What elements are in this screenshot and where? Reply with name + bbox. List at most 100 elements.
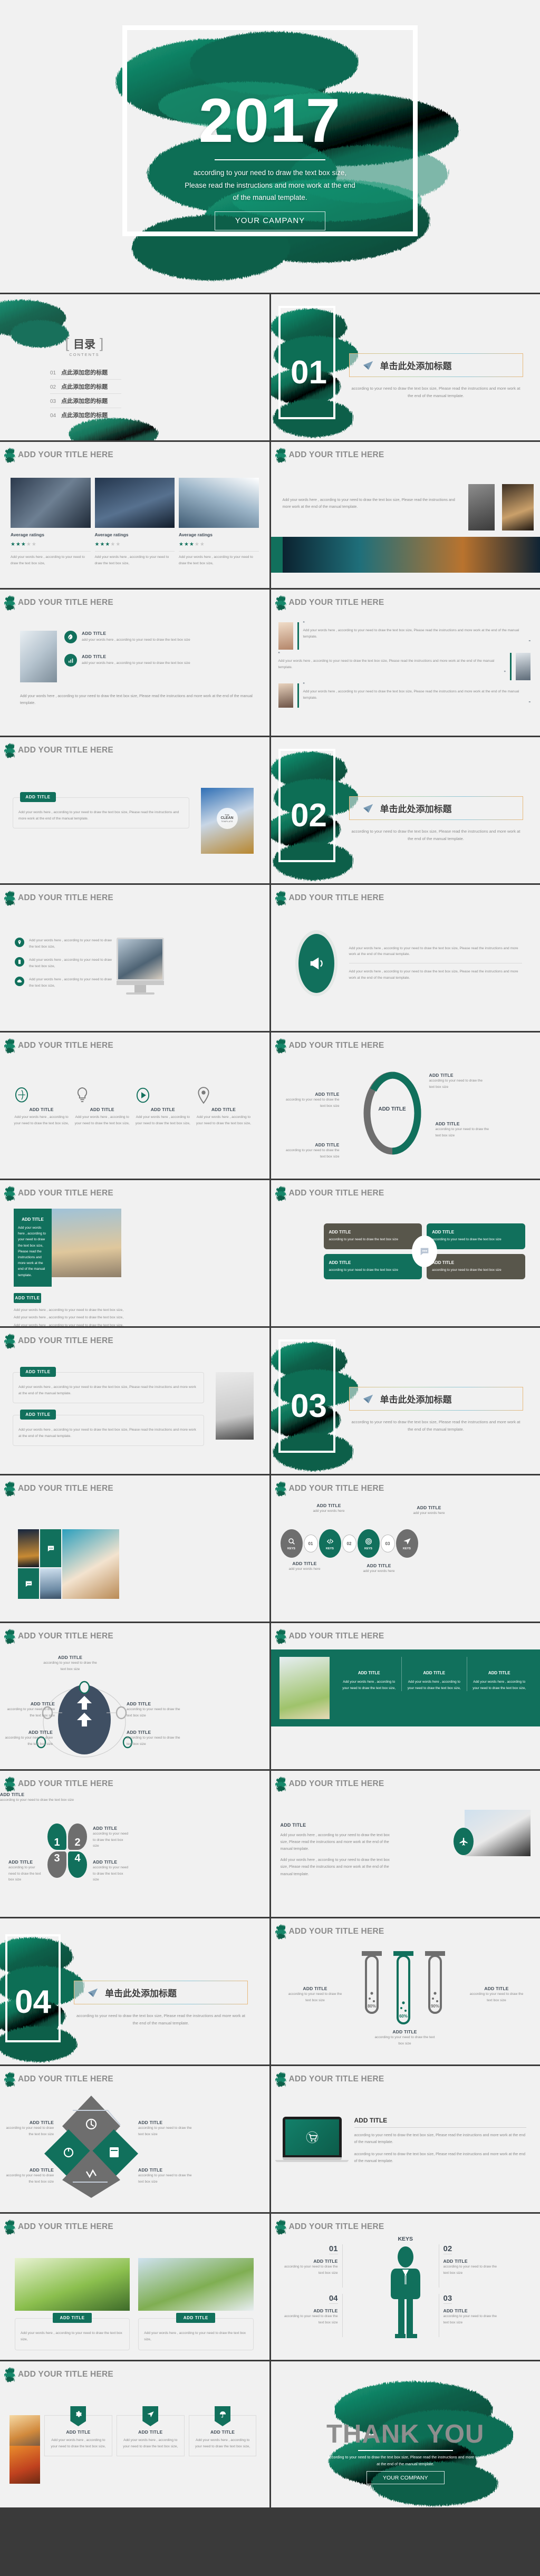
gear-icon [70,2406,86,2426]
slide-title: ADD YOUR TITLE HERE [288,1927,384,1936]
arc-callout: ADD TITLE according to your need to draw… [127,1701,185,1719]
team-image [52,1209,121,1277]
step-label: KEYS [326,1547,334,1550]
hero-company-button[interactable]: YOUR CAMPANY [215,211,325,230]
banner-image [9,2415,40,2446]
slide-clean-template: ADD YOUR TITLE HERE Add your words here … [0,737,269,883]
contents-title-cn: 目录 [73,338,95,351]
slide-nature-cards: ADD YOUR TITLE HERE Add your words here … [0,2214,269,2360]
clean-card: Add your words here , according to your … [13,792,189,829]
callout-text: according to your need to draw the text … [429,1079,483,1089]
callout-text: according to your need to draw the text … [7,1707,55,1718]
slide-header: ADD YOUR TITLE HERE [0,1328,269,1349]
panel-column: ADD TITLE Add your words here , accordin… [467,1657,532,1691]
column-title: ADD TITLE [488,1671,510,1675]
chat-icon [18,1568,39,1599]
accent-bar [271,537,283,573]
city-image-1 [468,484,495,530]
team-panel: ADD TITLE Add your words here , accordin… [14,1209,52,1287]
chat-icon [40,1529,61,1567]
section-title-box[interactable]: 单击此处添加标题 [349,796,523,820]
avatar [278,622,293,650]
slide-header: ADD YOUR TITLE HERE [271,1918,540,1940]
item-text: Add your words here , according to your … [74,1115,130,1125]
brush-icon [275,1038,287,1054]
card-button[interactable]: ADD TITLE [176,2313,216,2323]
brush-icon [4,447,16,463]
code-icon [326,1537,334,1546]
brush-icon [4,595,16,611]
callout-title: ADD TITLE [93,1826,118,1831]
callout-title: ADD TITLE [435,1121,460,1126]
quote-open-icon: “ [303,621,305,626]
quote-open-icon: “ [278,651,280,657]
brush-icon [275,1628,287,1644]
slide-title: ADD YOUR TITLE HERE [18,1632,113,1641]
plane-image [465,1810,531,1856]
section-title-box[interactable]: 单击此处添加标题 [74,1981,248,2004]
brush-icon [4,742,16,758]
hero-year: 2017 [198,86,342,156]
mosaic-image [40,1568,61,1599]
brush-icon [275,1185,287,1201]
contents-item[interactable]: 03 点此添加您的标题 [50,394,121,408]
keys-number: 04 [329,2294,338,2304]
contents-item[interactable]: 04 点此添加您的标题 [50,408,121,422]
nature-image [138,2258,254,2311]
team-button[interactable]: ADD TITLE [14,1292,41,1303]
icon-title-item: ADD TITLE add your words here , accordin… [64,654,257,667]
item-title: ADD TITLE [82,654,107,659]
arc-callout: ADD TITLE according to your need to draw… [4,1701,55,1719]
numbers-cluster: 1 2 3 4 [47,1824,87,1878]
card-button[interactable]: ADD TITLE [20,1367,56,1377]
slide-header: ADD YOUR TITLE HERE [271,2214,540,2235]
slide-header: ADD YOUR TITLE HERE [0,1771,269,1792]
title-slide: 2017 according to your need to draw the … [0,0,540,293]
quote-bar [297,622,299,650]
item-text: Add your words here , according to your … [196,1115,251,1125]
laptop-mockup [275,2117,349,2162]
tubes-graphic: 80% 60% 90% [361,1951,445,2024]
slide-title: ADD YOUR TITLE HERE [18,1484,113,1493]
section-title-box[interactable]: 单击此处添加标题 [349,353,523,377]
slide-green-panel: ADD YOUR TITLE HERE ADD TITLE Add your w… [271,1623,540,1769]
quad-card: ADD TITLE according to your need to draw… [323,1253,422,1280]
slide-icon-titles: ADD YOUR TITLE HERE ADD TITLE add your w… [0,590,269,736]
process-callout: ADD TITLE add your words here [278,1561,331,1572]
thanks-company-button[interactable]: YOUR COMPANY [366,2471,445,2484]
rating-card: Average ratings ★★★★★ Add your words her… [179,478,259,566]
slide-bullets: ADD YOUR TITLE HERE Add your words here … [0,885,269,1031]
card-button[interactable]: ADD TITLE [20,1410,56,1420]
card-title: ADD TITLE [329,1260,351,1265]
slide-title: ADD YOUR TITLE HERE [18,893,113,902]
card-text: Add your words here , according to your … [51,2438,106,2448]
thanks-title: THANK YOU [326,2420,485,2448]
star-rating: ★★★★★ [11,542,37,547]
section-title-box[interactable]: 单击此处添加标题 [349,1387,523,1411]
four-icon-item: ADD TITLE Add your words here , accordin… [196,1086,251,1126]
banner-image [9,2446,40,2484]
svg-text:80%: 80% [367,2004,375,2009]
number-blob: 2 [68,1824,87,1850]
callout-title: ADD TITLE [315,1092,340,1097]
plane-icon [87,1987,99,1999]
icon-title-item: ADD TITLE add your words here , accordin… [64,631,257,643]
clean-button[interactable]: ADD TITLE [20,792,56,802]
quote-bar [510,653,512,680]
contents-item[interactable]: 02 点此添加您的标题 [50,380,121,394]
slide-diamond: ADD YOUR TITLE HERE ADD TITLE according … [0,2066,269,2212]
contents-item[interactable]: 01 点此添加您的标题 [50,365,121,380]
quote-bar [297,683,299,708]
tube-callout: ADD TITLE according to your need to draw… [374,2029,436,2047]
plane-icon [403,1537,411,1546]
card-title: ADD TITLE [432,1260,455,1265]
number-blob: 1 [47,1824,66,1850]
hero-subtitle: according to your need to draw the text … [185,169,355,202]
chart-icon [64,654,77,667]
nature-card: Add your words here , according to your … [15,2258,130,2351]
card-button[interactable]: ADD TITLE [53,2313,92,2323]
callout-text: add your words here [413,1511,445,1515]
quote-text: Add your words here , according to your … [303,629,519,639]
callout-text: add your words here [363,1569,395,1573]
slide-header: ADD YOUR TITLE HERE [0,737,269,758]
